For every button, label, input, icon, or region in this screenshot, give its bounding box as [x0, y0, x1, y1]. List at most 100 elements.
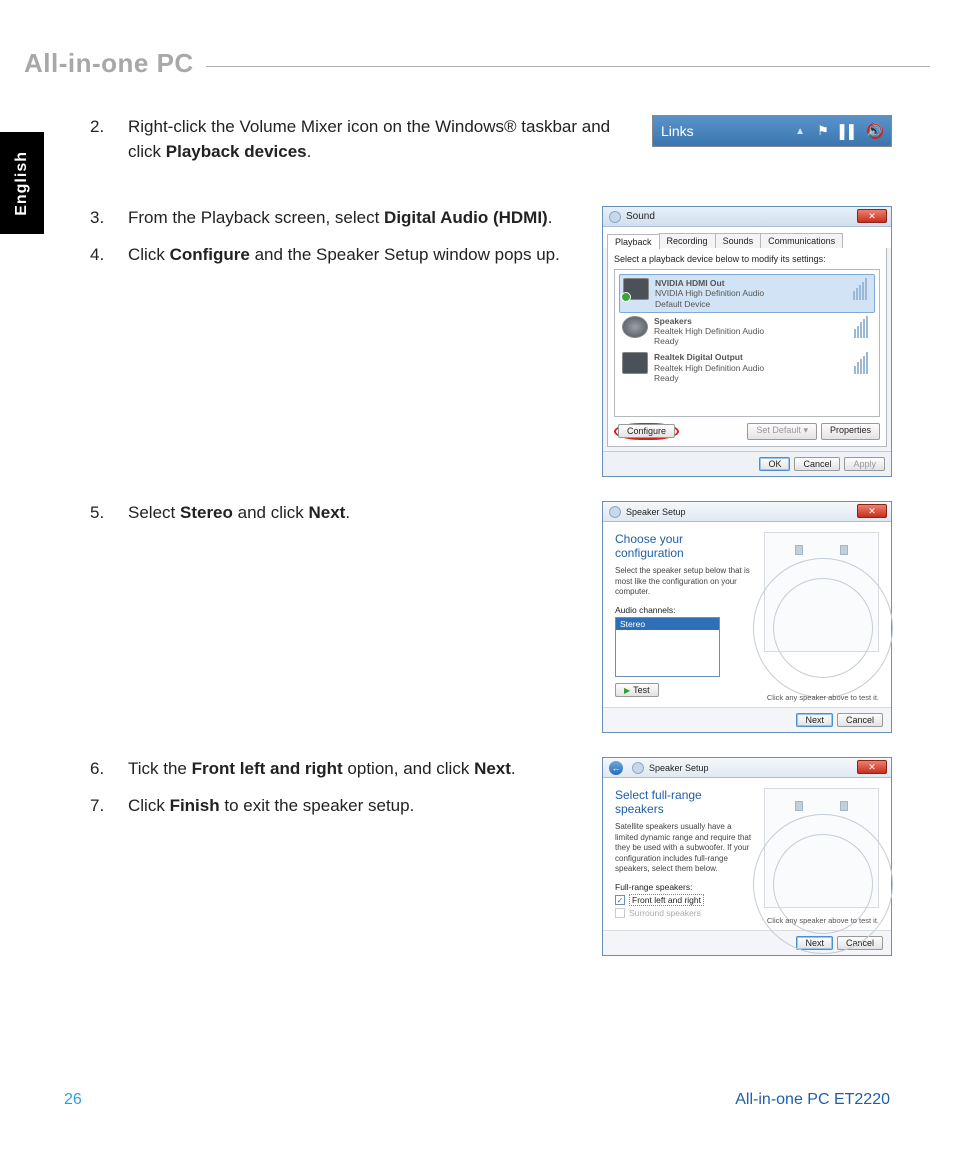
device-item[interactable]: Realtek Digital Output Realtek High Defi… [619, 349, 875, 386]
tab-communications[interactable]: Communications [760, 233, 843, 248]
step-2: 2. Right-click the Volume Mixer icon on … [90, 115, 632, 164]
playback-hint: Select a playback device below to modify… [614, 254, 880, 264]
device-driver: Realtek High Definition Audio [654, 363, 764, 373]
volume-icon[interactable]: 🔊 [867, 123, 883, 139]
step-text: Click Finish to exit the speaker setup. [128, 794, 582, 819]
speaker-diagram[interactable] [764, 788, 879, 908]
audio-channels-label: Audio channels: [615, 605, 752, 615]
setup-heading: Select full-range speakers [615, 788, 752, 816]
opt-surround-label: Surround speakers [629, 908, 701, 918]
content-area: 2. Right-click the Volume Mixer icon on … [90, 115, 892, 980]
sound-icon [609, 506, 621, 518]
checkbox-icon [615, 908, 625, 918]
diagram-hint: Click any speaker above to test it. [767, 693, 879, 702]
sound-tabs: Playback Recording Sounds Communications [603, 227, 891, 248]
device-status: Ready [654, 336, 764, 346]
configure-button[interactable]: Configure [618, 424, 675, 438]
digital-out-icon [622, 352, 648, 374]
step-number: 7. [90, 794, 128, 819]
speaker-setup-dialog: Speaker Setup ✕ Choose your configuratio… [602, 501, 892, 733]
windows-taskbar: Links ▲ ⚑ ▌▌ 🔊 [652, 115, 892, 147]
step-text: Select Stereo and click Next. [128, 501, 582, 526]
configure-highlight: Configure [614, 423, 679, 440]
ok-button[interactable]: OK [759, 457, 790, 471]
monitor-icon [623, 278, 649, 300]
flag-icon[interactable]: ⚑ [815, 123, 831, 139]
tab-sounds[interactable]: Sounds [715, 233, 762, 248]
tab-playback[interactable]: Playback [607, 234, 660, 249]
setup-heading: Choose your configuration [615, 532, 752, 560]
step-number: 4. [90, 243, 128, 268]
device-list[interactable]: NVIDIA HDMI Out NVIDIA High Definition A… [614, 269, 880, 417]
step-number: 6. [90, 757, 128, 782]
figure-speaker-setup-1: Speaker Setup ✕ Choose your configuratio… [602, 501, 892, 733]
device-driver: Realtek High Definition Audio [654, 326, 764, 336]
checkbox-icon[interactable]: ✓ [615, 895, 625, 905]
figure-speaker-setup-2: ← Speaker Setup ✕ Select full-range spea… [602, 757, 892, 956]
step-number: 5. [90, 501, 128, 526]
step-number: 2. [90, 115, 128, 164]
sound-icon [632, 762, 644, 774]
device-status: Default Device [655, 299, 764, 309]
step-text: Click Configure and the Speaker Setup wi… [128, 243, 582, 268]
step-text: From the Playback screen, select Digital… [128, 206, 582, 231]
speaker-left-icon[interactable] [795, 545, 803, 555]
device-name: NVIDIA HDMI Out [655, 278, 764, 288]
opt-front-label: Front left and right [629, 894, 704, 906]
close-button[interactable]: ✕ [857, 504, 887, 518]
header-title: All-in-one PC [24, 48, 206, 79]
taskbar-links-label: Links [661, 123, 694, 139]
next-button[interactable]: Next [796, 713, 833, 727]
level-meter-icon [854, 352, 872, 374]
cancel-button[interactable]: Cancel [794, 457, 840, 471]
step-5: 5. Select Stereo and click Next. [90, 501, 582, 526]
step-text: Right-click the Volume Mixer icon on the… [128, 115, 632, 164]
back-button[interactable]: ← [609, 761, 623, 775]
speaker-icon [622, 316, 648, 338]
fullrange-label: Full-range speakers: [615, 882, 752, 892]
apply-button[interactable]: Apply [844, 457, 885, 471]
dialog-title: Speaker Setup [649, 763, 709, 773]
device-driver: NVIDIA High Definition Audio [655, 288, 764, 298]
step-number: 3. [90, 206, 128, 231]
sound-icon [609, 211, 621, 223]
properties-button[interactable]: Properties [821, 423, 880, 440]
test-button[interactable]: ▶Test [615, 683, 659, 697]
dialog-title: Speaker Setup [626, 507, 686, 517]
audio-channels-listbox[interactable]: Stereo [615, 617, 720, 677]
device-item[interactable]: NVIDIA HDMI Out NVIDIA High Definition A… [619, 274, 875, 313]
speaker-setup-dialog-2: ← Speaker Setup ✕ Select full-range spea… [602, 757, 892, 956]
set-default-button[interactable]: Set Default ▾ [747, 423, 817, 440]
checkbox-front[interactable]: ✓ Front left and right [615, 894, 752, 906]
figure-sound-dialog: Sound ✕ Playback Recording Sounds Commun… [602, 206, 892, 477]
speaker-right-icon[interactable] [840, 801, 848, 811]
play-icon: ▶ [624, 686, 630, 695]
tray-expand-icon[interactable]: ▲ [795, 126, 805, 137]
speaker-right-icon[interactable] [840, 545, 848, 555]
page-header: All-in-one PC [24, 48, 930, 79]
check-icon [621, 292, 631, 302]
checkbox-surround: Surround speakers [615, 908, 752, 918]
option-stereo[interactable]: Stereo [616, 618, 719, 630]
device-name: Realtek Digital Output [654, 352, 764, 362]
setup-description: Select the speaker setup below that is m… [615, 566, 752, 597]
speaker-left-icon[interactable] [795, 801, 803, 811]
product-name: All-in-one PC ET2220 [735, 1091, 890, 1109]
cancel-button[interactable]: Cancel [837, 713, 883, 727]
speaker-diagram[interactable] [764, 532, 879, 652]
close-button[interactable]: ✕ [857, 760, 887, 774]
close-button[interactable]: ✕ [857, 209, 887, 223]
page-number: 26 [64, 1091, 82, 1109]
network-icon[interactable]: ▌▌ [841, 123, 857, 139]
figure-taskbar: Links ▲ ⚑ ▌▌ 🔊 [652, 115, 892, 147]
diagram-hint: Click any speaker above to test it. [767, 916, 879, 925]
language-tab: English [0, 132, 44, 234]
dialog-title: Sound [626, 211, 655, 222]
step-6: 6. Tick the Front left and right option,… [90, 757, 582, 782]
device-status: Ready [654, 373, 764, 383]
device-item[interactable]: Speakers Realtek High Definition Audio R… [619, 313, 875, 350]
step-text: Tick the Front left and right option, an… [128, 757, 582, 782]
sound-dialog: Sound ✕ Playback Recording Sounds Commun… [602, 206, 892, 477]
tab-recording[interactable]: Recording [659, 233, 716, 248]
page-footer: 26 All-in-one PC ET2220 [64, 1091, 890, 1109]
